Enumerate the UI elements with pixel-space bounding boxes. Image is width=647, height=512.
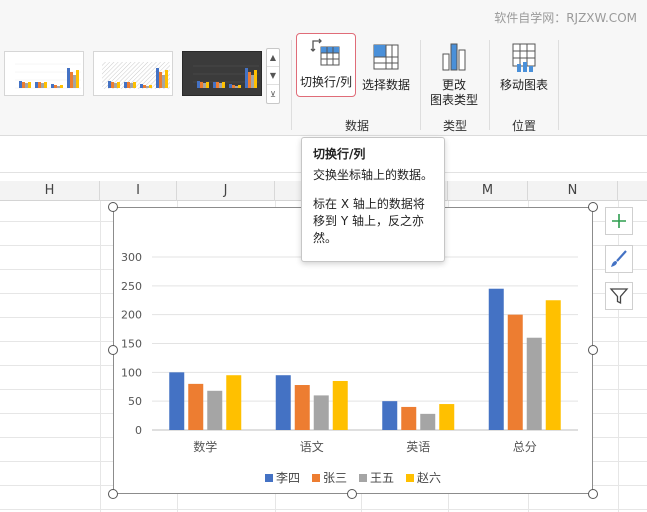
scroll-down-button[interactable]: ▼ <box>267 67 279 85</box>
move-chart-button[interactable]: 移动图表 <box>500 40 548 93</box>
plus-icon <box>612 214 626 228</box>
chart-elements-button[interactable] <box>605 207 633 235</box>
column-header-i[interactable]: I <box>100 181 177 201</box>
bar-1-2 <box>313 395 329 430</box>
legend-swatch <box>406 473 415 482</box>
resize-handle-top-left[interactable] <box>108 202 118 212</box>
chart-styles-button[interactable] <box>605 245 633 273</box>
y-tick-label: 0 <box>135 424 142 437</box>
legend-label: 赵六 <box>417 471 442 485</box>
tooltip-line-1: 交换坐标轴上的数据。 <box>313 168 434 182</box>
group-label-data: 数据 <box>345 119 370 133</box>
chart-style-2[interactable] <box>93 51 173 96</box>
bar-0-3 <box>226 375 242 430</box>
switch-row-column-label: 切换行/列 <box>300 75 353 89</box>
column-header-m[interactable]: M <box>448 181 528 201</box>
x-tick-label: 英语 <box>406 440 430 454</box>
group-label-location: 位置 <box>512 119 537 133</box>
bar-3-3 <box>545 300 561 430</box>
x-tick-label: 语文 <box>300 439 324 454</box>
x-tick-label: 数学 <box>193 439 217 454</box>
bar-2-1 <box>401 406 417 430</box>
legend-item[interactable]: 李四 <box>264 469 300 486</box>
tooltip-title: 切换行/列 <box>313 147 366 161</box>
bar-0-1 <box>188 383 204 430</box>
chart-style-3[interactable] <box>182 51 262 96</box>
resize-handle-bottom-right[interactable] <box>588 489 598 499</box>
y-tick-label: 200 <box>121 309 142 322</box>
column-header-n[interactable]: N <box>528 181 618 201</box>
filter-icon <box>609 288 629 305</box>
separator <box>489 40 490 130</box>
change-chart-type-label-2: 图表类型 <box>430 93 479 107</box>
x-tick-label: 总分 <box>513 440 537 454</box>
chart-filters-button[interactable] <box>605 282 633 310</box>
chart-style-1[interactable] <box>4 51 84 96</box>
resize-handle-bottom-left[interactable] <box>108 489 118 499</box>
legend-item[interactable]: 王五 <box>359 469 394 486</box>
ribbon: 软件自学网：RJZXW.COM ▲ ▼ ⊻ 切换行/列 选择数据 更改 图表类型… <box>0 0 647 136</box>
more-styles-button[interactable]: ⊻ <box>267 85 279 103</box>
bar-2-3 <box>439 404 455 430</box>
legend-label: 张三 <box>322 471 347 485</box>
bar-0-0 <box>169 372 185 430</box>
move-chart-label: 移动图表 <box>500 78 549 92</box>
column-header-j[interactable]: J <box>177 181 275 201</box>
bar-2-2 <box>420 413 436 430</box>
tooltip: 切换行/列 交换坐标轴上的数据。 标在 X 轴上的数据将移到 Y 轴上，反之亦然… <box>301 137 445 262</box>
bar-1-0 <box>275 375 291 430</box>
tooltip-line-2: 标在 X 轴上的数据将移到 Y 轴上，反之亦然。 <box>313 197 425 245</box>
bar-3-1 <box>507 314 523 430</box>
legend-swatch <box>311 473 320 482</box>
scroll-up-button[interactable]: ▲ <box>267 49 279 67</box>
switch-row-column-icon <box>310 38 340 66</box>
legend-item[interactable]: 赵六 <box>406 469 441 486</box>
separator <box>558 40 559 130</box>
separator <box>420 40 421 130</box>
select-data-icon <box>373 44 399 70</box>
legend-label: 李四 <box>275 471 300 485</box>
group-label-type: 类型 <box>443 119 468 133</box>
select-data-label: 选择数据 <box>362 78 411 92</box>
legend-swatch <box>359 473 367 482</box>
chart-style-3-preview <box>193 65 259 88</box>
column-header-h[interactable]: H <box>0 181 100 201</box>
legend-swatch <box>264 473 273 482</box>
watermark: 软件自学网：RJZXW.COM <box>494 11 637 25</box>
y-tick-label: 50 <box>128 395 142 408</box>
bar-2-0 <box>382 401 398 430</box>
chart-style-2-preview <box>102 62 170 89</box>
styles-scroller: ▲ ▼ ⊻ <box>266 48 280 104</box>
resize-handle-top-right[interactable] <box>588 202 598 212</box>
y-tick-label: 300 <box>121 251 142 264</box>
change-chart-type-button[interactable]: 更改 图表类型 <box>430 40 478 108</box>
bar-3-2 <box>526 337 542 430</box>
grid-line <box>100 201 101 512</box>
select-data-button[interactable]: 选择数据 <box>362 40 410 93</box>
switch-row-column-button[interactable]: 切换行/列 <box>296 33 357 97</box>
chart-style-1-preview <box>15 63 81 89</box>
resize-handle-left[interactable] <box>108 345 118 355</box>
y-tick-label: 100 <box>121 366 142 379</box>
change-chart-type-label-1: 更改 <box>442 78 467 92</box>
chart-legend[interactable]: 李四 张三 王五 赵六 <box>114 469 592 486</box>
move-chart-icon <box>512 43 536 72</box>
resize-handle-bottom[interactable] <box>347 489 357 499</box>
bar-3-0 <box>488 288 504 430</box>
brush-icon <box>611 250 627 267</box>
resize-handle-right[interactable] <box>588 345 598 355</box>
grid-line <box>0 509 647 510</box>
legend-label: 王五 <box>370 471 395 485</box>
bar-1-1 <box>294 385 310 430</box>
y-tick-label: 150 <box>121 338 142 351</box>
change-chart-type-icon <box>442 43 466 71</box>
bar-0-2 <box>207 390 223 430</box>
separator <box>291 40 292 130</box>
bar-1-3 <box>332 380 348 430</box>
legend-item[interactable]: 张三 <box>311 469 347 486</box>
y-tick-label: 250 <box>121 280 142 293</box>
